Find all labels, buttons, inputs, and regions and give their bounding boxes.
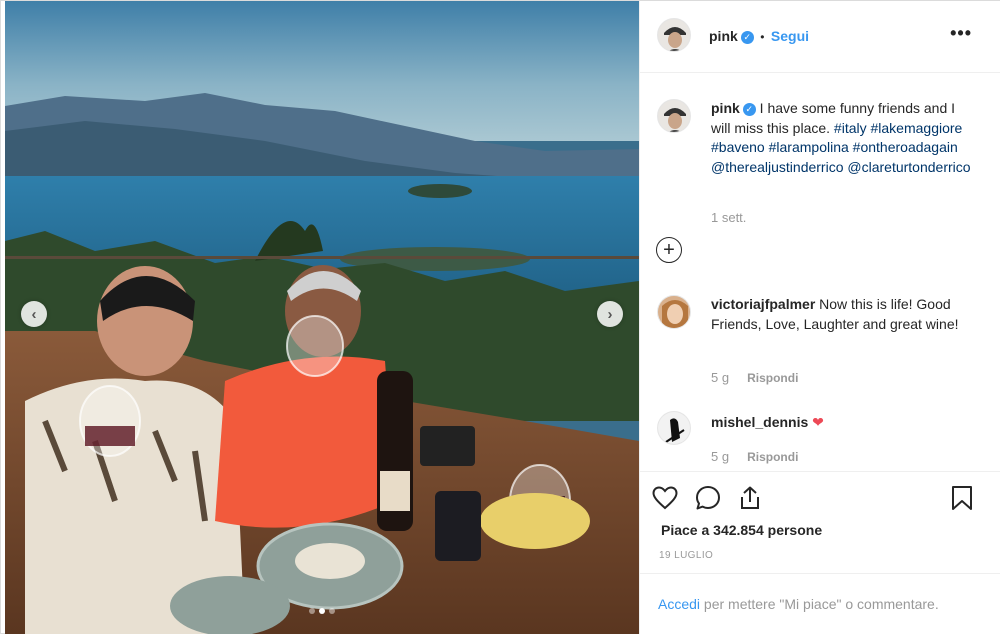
hashtag-link[interactable]: #ontheroadagain [853, 139, 958, 155]
comment-meta: 5 g Rispondi [711, 449, 798, 464]
comment-heart-icon: ❤ [812, 414, 824, 430]
food [295, 543, 365, 579]
reply-button[interactable]: Rispondi [747, 371, 798, 385]
follow-button[interactable]: Segui [771, 28, 809, 44]
post-photo[interactable]: ‹ › [5, 1, 639, 634]
comment-username[interactable]: victoriajfpalmer [711, 296, 815, 312]
caption-username[interactable]: pink [711, 100, 740, 116]
photo-scene [5, 1, 639, 634]
share-icon[interactable] [736, 484, 764, 512]
like-heart-icon[interactable] [651, 484, 679, 512]
wine-glass-right [286, 315, 344, 377]
caption: pink ✓ I have some funny friends and I wi… [711, 99, 976, 177]
phone [420, 426, 475, 466]
post-frame: ‹ › pink ✓ • Segui ••• pink ✓ I have som… [0, 0, 1000, 634]
red-wine [85, 426, 135, 446]
comment: victoriajfpalmer Now this is life! Good … [711, 295, 976, 334]
carousel-dot [309, 608, 315, 614]
comment: mishel_dennis ❤ [711, 413, 976, 433]
comment-time[interactable]: 5 g [711, 449, 729, 464]
avatar-image [658, 296, 690, 328]
likes-count[interactable]: Piace a 342.854 persone [661, 522, 822, 538]
comment-icon[interactable] [694, 484, 722, 512]
comment-time[interactable]: 5 g [711, 370, 729, 385]
post-actions: Piace a 342.854 persone 19 LUGLIO [640, 471, 1000, 573]
caption-time[interactable]: 1 sett. [711, 210, 746, 225]
reply-button[interactable]: Rispondi [747, 450, 798, 464]
right-person-top [215, 356, 395, 528]
carousel-indicator [5, 608, 639, 614]
carousel-prev-icon[interactable]: ‹ [21, 301, 47, 327]
avatar[interactable] [657, 18, 691, 52]
login-prompt-text: per mettere "Mi piace" o commentare. [700, 596, 939, 612]
follow-separator: • [760, 30, 765, 44]
comment-meta: 5 g Rispondi [711, 370, 798, 385]
carousel-next-icon[interactable]: › [597, 301, 623, 327]
more-options-icon[interactable]: ••• [950, 23, 972, 44]
login-prompt: Accedi per mettere "Mi piace" o commenta… [640, 573, 1000, 634]
avatar-image [658, 100, 690, 132]
mention-link[interactable]: @clareturtonderrico [847, 159, 970, 175]
post-author: pink ✓ • Segui [709, 28, 809, 46]
plate-front [170, 576, 290, 634]
load-more-comments-icon[interactable]: + [656, 237, 682, 263]
login-link[interactable]: Accedi [658, 596, 700, 612]
railing [5, 256, 639, 259]
island [408, 184, 472, 198]
bottle-label [380, 471, 410, 511]
caption-avatar[interactable] [657, 99, 691, 133]
save-bookmark-icon[interactable] [948, 484, 976, 512]
carousel-dot [329, 608, 335, 614]
post-date[interactable]: 19 LUGLIO [659, 550, 713, 561]
water-glass [435, 491, 481, 561]
verified-badge-icon: ✓ [740, 31, 754, 44]
hashtag-link[interactable]: #larampolina [769, 139, 849, 155]
hashtag-link[interactable]: #italy [834, 120, 867, 136]
hashtag-link[interactable]: #baveno [711, 139, 765, 155]
plate-right [480, 493, 590, 549]
avatar-image [658, 412, 690, 444]
avatar-image [658, 19, 690, 51]
commenter-avatar[interactable] [657, 411, 691, 445]
post-header: pink ✓ • Segui ••• [640, 1, 1000, 73]
commenter-avatar[interactable] [657, 295, 691, 329]
post-side-panel: pink ✓ • Segui ••• pink ✓ I have some funn… [639, 1, 1000, 634]
author-username[interactable]: pink [709, 28, 738, 44]
carousel-dot-active [319, 608, 325, 614]
comment-username[interactable]: mishel_dennis [711, 414, 808, 430]
verified-badge-icon: ✓ [742, 103, 756, 116]
mention-link[interactable]: @therealjustinderrico [711, 159, 844, 175]
hashtag-link[interactable]: #lakemaggiore [871, 120, 963, 136]
comments-list: pink ✓ I have some funny friends and I wi… [640, 73, 1000, 471]
